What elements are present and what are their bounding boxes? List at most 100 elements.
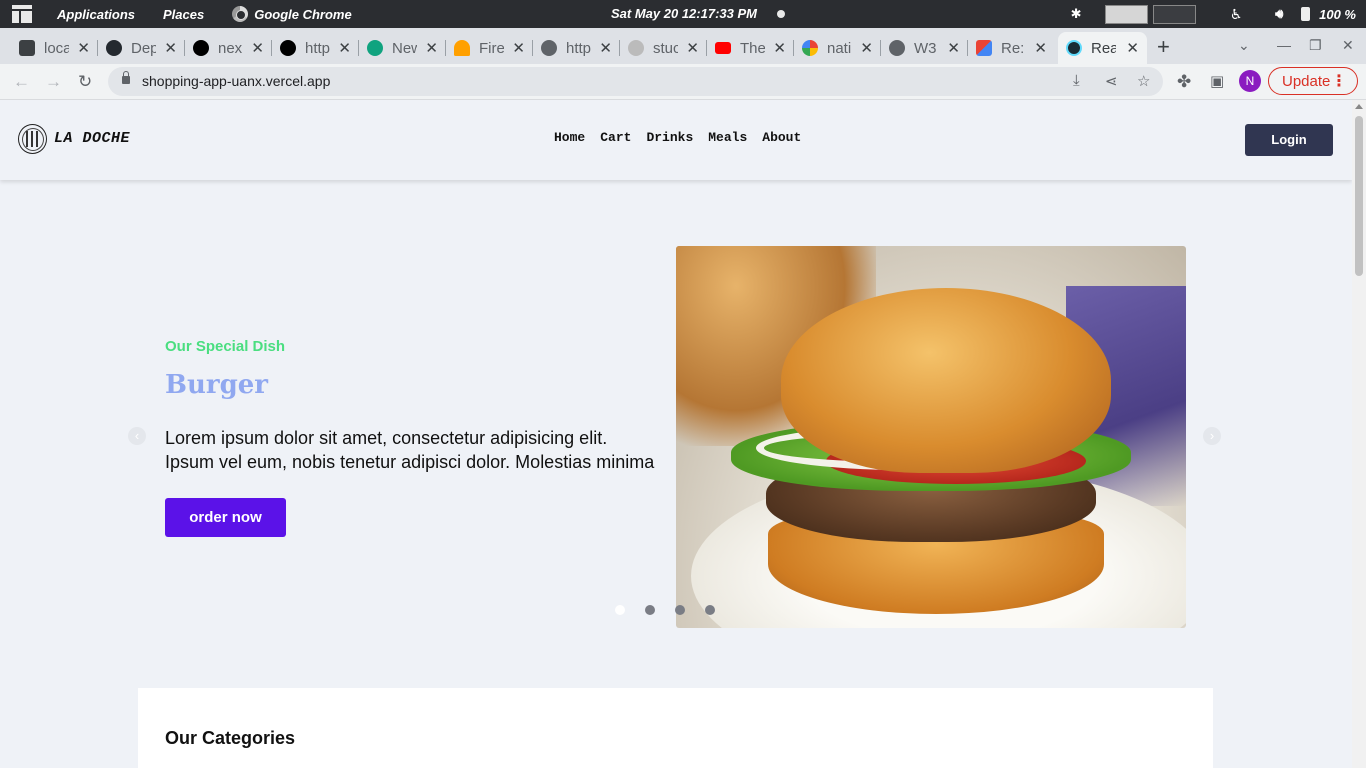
close-tab-icon[interactable]: ✕ [338, 39, 351, 57]
workspace-1[interactable] [1105, 4, 1149, 24]
address-bar[interactable]: shopping-app-uanx.vercel.app ⤓ ⋖ ☆ [108, 67, 1163, 96]
tab[interactable]: stuc ✕ [620, 32, 707, 64]
update-label: Update [1282, 72, 1331, 90]
tab-title: Fire [479, 39, 504, 57]
tab-title: loca [44, 39, 69, 57]
globe-favicon-icon [889, 40, 905, 56]
extensions-puzzle-icon[interactable]: ✤ [1177, 72, 1191, 92]
close-tab-icon[interactable]: ✕ [1034, 39, 1047, 57]
applications-menu-icon[interactable] [12, 5, 32, 23]
firebase-favicon-icon [454, 40, 470, 56]
close-tab-icon[interactable]: ✕ [425, 39, 438, 57]
url-text[interactable]: shopping-app-uanx.vercel.app [142, 73, 330, 89]
restaurant-logo-icon[interactable] [18, 124, 47, 154]
close-tab-icon[interactable]: ✕ [860, 39, 873, 57]
tab[interactable]: New ✕ [359, 32, 446, 64]
page-scrollbar[interactable] [1352, 100, 1366, 768]
lock-icon[interactable] [122, 71, 130, 84]
back-arrow-icon[interactable]: ← [13, 72, 30, 92]
restore-icon[interactable]: ❐ [1309, 37, 1322, 54]
tab[interactable]: loca ✕ [11, 32, 98, 64]
places-menu[interactable]: Places [163, 7, 204, 22]
tab[interactable]: Fire ✕ [446, 32, 533, 64]
accessibility-icon[interactable]: ♿ [1229, 6, 1243, 23]
profile-avatar[interactable]: N [1239, 70, 1261, 92]
scrollbar-thumb[interactable] [1355, 116, 1363, 276]
install-app-icon[interactable]: ⤓ [1073, 72, 1080, 89]
chrome-icon [232, 6, 249, 22]
react-favicon-icon [19, 40, 35, 56]
close-window-icon[interactable]: ✕ [1342, 37, 1354, 54]
tab[interactable]: nex ✕ [185, 32, 272, 64]
tab-title: stuc [653, 39, 678, 57]
order-now-button[interactable]: order now [165, 498, 286, 537]
github-favicon-icon [106, 40, 122, 56]
carousel-dot[interactable] [645, 605, 655, 615]
volume-icon[interactable]: 🔊︎ [1275, 6, 1291, 22]
close-tab-icon[interactable]: ✕ [1126, 39, 1139, 57]
forward-arrow-icon[interactable]: → [45, 72, 62, 92]
active-app-label: Google Chrome [254, 6, 352, 22]
nav-link-drinks[interactable]: Drinks [646, 130, 693, 145]
tab-strip: loca ✕ Dep ✕ nex ✕ http ✕ New ✕ Fire ✕ http ✕ s… [0, 28, 1366, 64]
close-tab-icon[interactable]: ✕ [947, 39, 960, 57]
bookmark-star-icon[interactable]: ☆ [1137, 72, 1150, 90]
browser-toolbar: ← → ↻ shopping-app-uanx.vercel.app ⤓ ⋖ ☆… [0, 64, 1366, 100]
nextjs-favicon-icon [193, 40, 209, 56]
web-page: LA DOCHE Home Cart Drinks Meals About Lo… [0, 100, 1352, 768]
clock[interactable]: Sat May 20 12:17:33 PM [611, 6, 757, 21]
tab[interactable]: http ✕ [533, 32, 620, 64]
login-button[interactable]: Login [1245, 124, 1333, 156]
hero-description: Lorem ipsum dolor sit amet, consectetur … [165, 428, 655, 472]
close-tab-icon[interactable]: ✕ [773, 39, 786, 57]
active-app-indicator[interactable]: Google Chrome [232, 6, 352, 22]
tab[interactable]: The ✕ [707, 32, 794, 64]
workspace-2[interactable] [1153, 4, 1197, 24]
close-tab-icon[interactable]: ✕ [599, 39, 612, 57]
update-button[interactable]: Update ⋮ [1268, 67, 1358, 95]
tab[interactable]: W3 ✕ [881, 32, 968, 64]
brand-name[interactable]: LA DOCHE [54, 130, 130, 147]
carousel-dot-active[interactable] [615, 605, 625, 615]
close-tab-icon[interactable]: ✕ [686, 39, 699, 57]
tab-active[interactable]: Rea ✕ [1058, 32, 1147, 64]
hero-title: Burger [165, 370, 268, 400]
main-nav: Home Cart Drinks Meals About [554, 130, 816, 145]
globe-favicon-icon [541, 40, 557, 56]
close-tab-icon[interactable]: ✕ [77, 39, 90, 57]
carousel-next-icon[interactable]: › [1203, 427, 1221, 445]
nav-link-meals[interactable]: Meals [708, 130, 747, 145]
nav-link-cart[interactable]: Cart [600, 130, 631, 145]
tab[interactable]: Dep ✕ [98, 32, 185, 64]
burger-image [676, 246, 1186, 628]
tab[interactable]: Re: ✕ [968, 32, 1055, 64]
battery-icon[interactable] [1301, 7, 1311, 21]
side-panel-icon[interactable]: ▣ [1210, 72, 1224, 90]
hero-eyebrow: Our Special Dish [165, 338, 286, 355]
nav-link-home[interactable]: Home [554, 130, 585, 145]
os-top-panel: Applications Places Google Chrome Sat Ma… [0, 0, 1366, 28]
close-tab-icon[interactable]: ✕ [164, 39, 177, 57]
tab-title: nati [827, 39, 852, 57]
more-menu-icon[interactable]: ⋮ [1331, 71, 1347, 91]
categories-heading: Our Categories [165, 728, 296, 748]
react-favicon-icon [1066, 40, 1082, 56]
nav-link-about[interactable]: About [762, 130, 801, 145]
tab-search-chevron-icon[interactable]: ⌄ [1238, 37, 1250, 54]
carousel-dot[interactable] [705, 605, 715, 615]
reload-icon[interactable]: ↻ [78, 72, 92, 92]
applications-menu[interactable]: Applications [57, 7, 135, 22]
tab[interactable]: nati ✕ [794, 32, 881, 64]
scroll-up-arrow-icon[interactable] [1355, 104, 1363, 109]
close-tab-icon[interactable]: ✕ [512, 39, 525, 57]
share-icon[interactable]: ⋖ [1105, 72, 1118, 90]
site-navbar: LA DOCHE Home Cart Drinks Meals About Lo… [0, 100, 1352, 180]
carousel-dot[interactable] [675, 605, 685, 615]
new-tab-icon[interactable]: + [1157, 34, 1170, 60]
site-favicon-icon [628, 40, 644, 56]
minimize-icon[interactable]: — [1277, 37, 1291, 53]
close-tab-icon[interactable]: ✕ [251, 39, 264, 57]
tab[interactable]: http ✕ [272, 32, 359, 64]
carousel-prev-icon[interactable]: ‹ [128, 427, 146, 445]
bluetooth-icon[interactable]: ✱ [1069, 6, 1083, 22]
